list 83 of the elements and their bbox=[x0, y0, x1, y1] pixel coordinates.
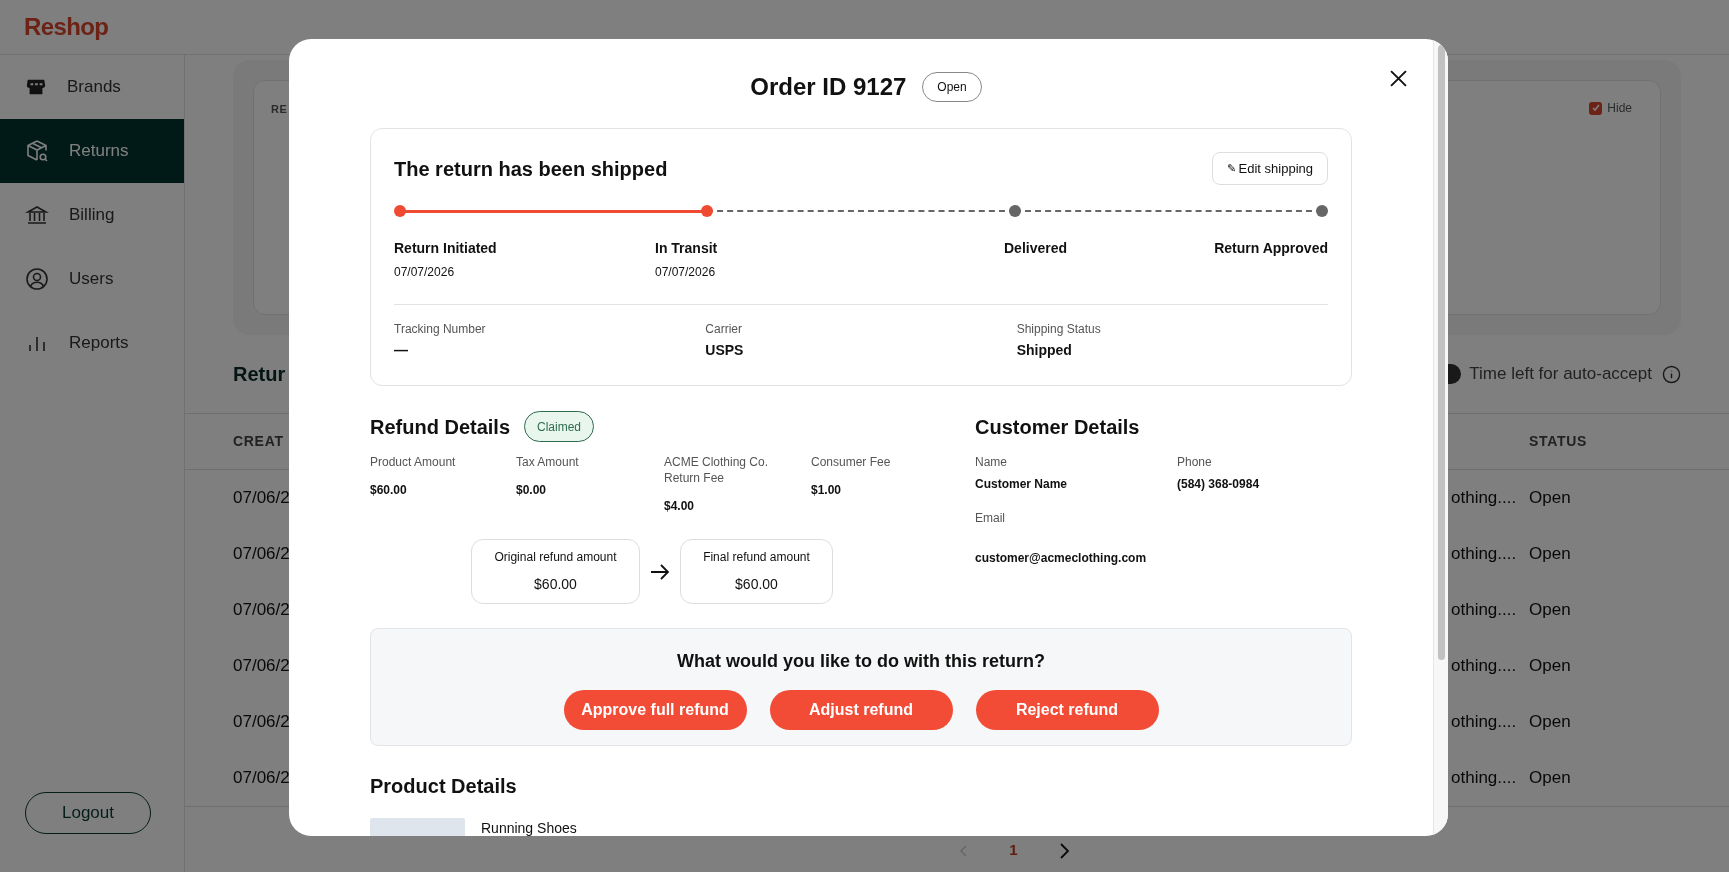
refund-action-button[interactable]: Reject refund bbox=[975, 690, 1159, 730]
pencil-icon: ✎ bbox=[1226, 160, 1236, 177]
step-date: 07/07/2026 bbox=[655, 264, 716, 280]
customer-field-label: Name bbox=[975, 454, 1008, 470]
customer-field-label: Phone bbox=[1177, 454, 1213, 470]
table-cell-text: 07/06/2 bbox=[233, 487, 290, 510]
page-number[interactable]: 1 bbox=[1009, 839, 1018, 862]
table-cell-text: othing.... bbox=[1451, 711, 1517, 734]
amount-value: $4.00 bbox=[664, 498, 696, 514]
sidebar-item[interactable]: Reports bbox=[0, 311, 184, 375]
info-icon[interactable] bbox=[1662, 364, 1681, 384]
bank-icon bbox=[25, 203, 49, 227]
field-label: Carrier bbox=[705, 321, 743, 337]
shipping-title: The return has been shipped bbox=[394, 156, 668, 182]
customer-field-value: Customer Name bbox=[975, 476, 1069, 492]
dialog-title: Order ID 9127 bbox=[750, 72, 907, 102]
table-cell-text: 07/06/2 bbox=[233, 711, 290, 734]
field-label: Shipping Status bbox=[1016, 321, 1102, 337]
sidebar-item[interactable]: Returns bbox=[0, 119, 184, 183]
table-cell-text: Open bbox=[1529, 543, 1571, 566]
logo[interactable]: Reshop bbox=[24, 9, 109, 45]
table-cell-text: Open bbox=[1529, 655, 1571, 678]
field-value: USPS bbox=[705, 341, 745, 360]
step-label: In Transit bbox=[655, 239, 718, 258]
final-amount-label: Final refund amount bbox=[703, 549, 810, 566]
customer-field-value: (584) 368-0984 bbox=[1177, 476, 1261, 492]
customer-title: Customer Details bbox=[975, 414, 1140, 440]
field-value: — bbox=[394, 341, 409, 360]
table-cell-text: Open bbox=[1529, 767, 1571, 790]
table-cell-text: othing.... bbox=[1451, 543, 1517, 566]
user-circle-icon bbox=[25, 267, 49, 291]
sidebar-item[interactable]: Users bbox=[0, 247, 184, 311]
amount-label: ACME Clothing Co. Return Fee bbox=[664, 454, 770, 486]
scrollbar-thumb[interactable] bbox=[1438, 45, 1445, 660]
amount-value: $60.00 bbox=[370, 482, 408, 498]
table-cell-text: Open bbox=[1529, 711, 1571, 734]
close-icon bbox=[1389, 69, 1407, 87]
amount-label: Product Amount bbox=[370, 454, 457, 470]
arrow-right-icon bbox=[650, 563, 670, 580]
box-search-icon bbox=[25, 139, 49, 163]
customer-field-label: Email bbox=[975, 510, 1006, 526]
chevron-right-icon[interactable] bbox=[1057, 841, 1070, 860]
refund-action-button[interactable]: Adjust refund bbox=[769, 690, 953, 730]
customer-field-value: customer@acmeclothing.com bbox=[975, 550, 1148, 566]
refund-action-button[interactable]: Approve full refund bbox=[563, 690, 747, 730]
step-date: 07/07/2026 bbox=[394, 264, 455, 280]
product-title: Product Details bbox=[370, 774, 518, 799]
edit-shipping-button[interactable]: ✎ Edit shipping bbox=[1211, 152, 1328, 185]
table-cell-text: othing.... bbox=[1451, 655, 1517, 678]
section-title: Retur bbox=[233, 362, 286, 387]
table-cell-text: 07/06/2 bbox=[233, 599, 290, 622]
table-cell-text: 07/06/2 bbox=[233, 543, 290, 566]
table-cell-text: Open bbox=[1529, 487, 1571, 510]
table-cell-text: 07/06/2 bbox=[233, 655, 290, 678]
original-amount-label: Original refund amount bbox=[494, 549, 617, 566]
claimed-badge: Claimed bbox=[524, 411, 595, 442]
table-cell-text: othing.... bbox=[1451, 599, 1517, 622]
action-question: What would you like to do with this return? bbox=[677, 650, 1045, 673]
step-label: Delivered bbox=[1004, 239, 1068, 258]
field-value: Shipped bbox=[1016, 341, 1073, 360]
auto-accept-label: Time left for auto-accept bbox=[1469, 363, 1652, 386]
hide-checkbox[interactable] bbox=[1589, 101, 1603, 115]
field-label: Tracking Number bbox=[394, 321, 487, 337]
card-label: RE bbox=[271, 102, 288, 117]
final-amount-value: $60.00 bbox=[735, 575, 778, 594]
table-cell-text: 07/06/2 bbox=[233, 767, 290, 790]
table-cell-text: othing.... bbox=[1451, 767, 1517, 790]
amount-label: Tax Amount bbox=[516, 454, 580, 470]
amount-label: Consumer Fee bbox=[811, 454, 892, 470]
sidebar-item[interactable]: Brands bbox=[0, 55, 184, 119]
refund-title: Refund Details bbox=[370, 414, 511, 440]
column-header: CREAT bbox=[233, 432, 284, 451]
column-header: STATUS bbox=[1529, 432, 1588, 451]
amount-value: $0.00 bbox=[516, 482, 548, 498]
step-label: Return Initiated bbox=[394, 239, 497, 258]
step-label: Return Approved bbox=[1214, 239, 1328, 258]
amount-value: $1.00 bbox=[811, 482, 843, 498]
table-cell-text: Open bbox=[1529, 599, 1571, 622]
product-name: Running Shoes bbox=[481, 819, 577, 836]
hide-label: Hide bbox=[1607, 100, 1632, 117]
table-cell-text: othing.... bbox=[1451, 487, 1517, 510]
sidebar-item[interactable]: Billing bbox=[0, 183, 184, 247]
original-amount-value: $60.00 bbox=[534, 575, 577, 594]
